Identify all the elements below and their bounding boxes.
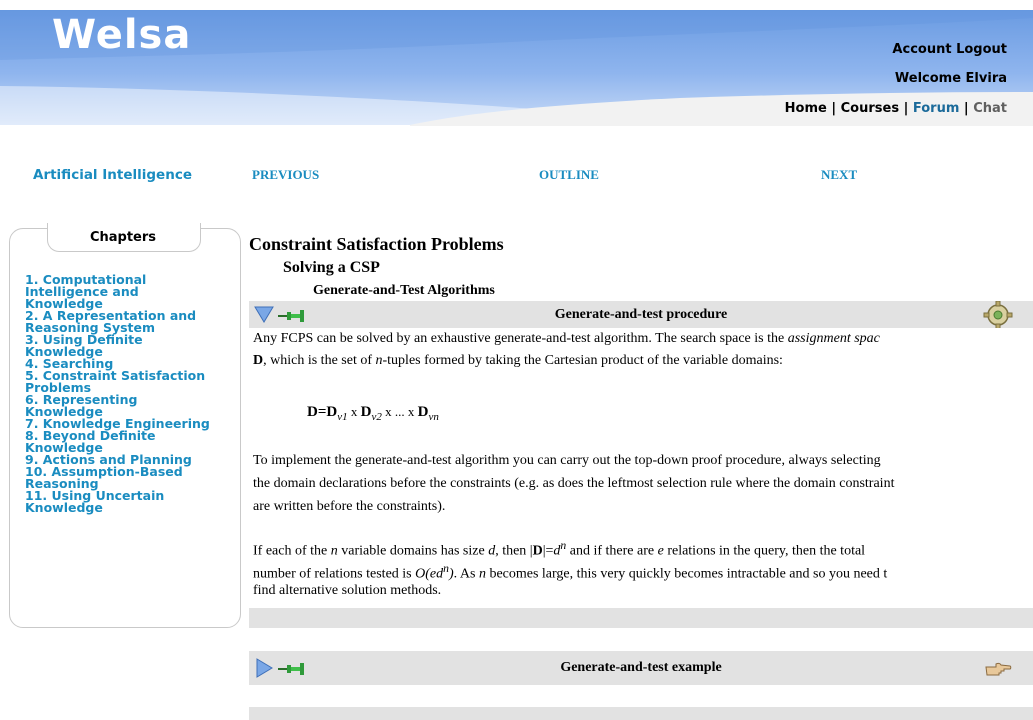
- nav-separator: |: [831, 101, 841, 116]
- text-run: and if there are: [566, 543, 658, 559]
- previous-link[interactable]: PREVIOUS: [252, 167, 319, 183]
- paragraph-line: are written before the constraints).: [253, 499, 446, 514]
- text-run-bold: D: [253, 353, 264, 368]
- text-run: -tuples formed by taking the Cartesian p…: [382, 353, 783, 368]
- chapter-item-line: Knowledge: [25, 500, 103, 515]
- text-run: variable domains has size: [337, 543, 489, 559]
- text-run: , which is the set of: [263, 353, 376, 368]
- section-title: Solving a CSP: [283, 259, 380, 276]
- chapter-item-8[interactable]: 8. Beyond Definite Knowledge: [25, 429, 235, 454]
- panel-header-procedure: Generate-and-test procedure: [249, 301, 1033, 329]
- text-run: |=: [542, 543, 554, 559]
- panel-title-example: Generate-and-test example: [560, 660, 722, 675]
- nav-home-link[interactable]: Home: [785, 101, 827, 116]
- panel-title-procedure: Generate-and-test procedure: [554, 307, 728, 322]
- gear-icon[interactable]: [983, 301, 1013, 329]
- nav-forum-link[interactable]: Forum: [913, 101, 960, 116]
- chapter-item-2[interactable]: 2. A Representation and Reasoning System: [25, 309, 235, 334]
- formula: D=Dv1 x Dv2 x ... x Dvn: [307, 404, 439, 423]
- panel-content-procedure: Any FCPS can be solved by an exhaustive …: [249, 328, 1033, 598]
- formula-part: D: [417, 404, 429, 420]
- chapter-item-5[interactable]: 5. Constraint Satisfaction Problems: [25, 369, 235, 394]
- chapters-title: Chapters: [89, 230, 157, 245]
- header-banner: Welsa Account Logout Welcome Elvira Home…: [0, 0, 1033, 140]
- formula-op: x ... x: [381, 404, 418, 419]
- panel-footer-procedure: [249, 608, 1033, 628]
- text-run-italic: assignment spac: [787, 331, 880, 346]
- panel-header-example: Generate-and-test example: [249, 651, 1033, 685]
- paragraph-line: Any FCPS can be solved by an exhaustive …: [253, 328, 1033, 350]
- formula-part: D=D: [307, 404, 338, 420]
- chapter-item-10[interactable]: 10. Assumption-Based Reasoning: [25, 465, 235, 490]
- formula-op: x: [347, 404, 361, 419]
- welsa-logo[interactable]: Welsa: [52, 12, 191, 58]
- panel-footer-example: [249, 707, 1033, 720]
- welcome-text: Welcome Elvira: [894, 71, 1007, 86]
- chapter-item-11[interactable]: 11. Using Uncertain Knowledge: [25, 489, 235, 515]
- text-run: relations in the query, then the total: [663, 543, 866, 559]
- formula-sub: v2: [371, 411, 382, 423]
- account-logout-link[interactable]: Account Logout: [892, 42, 1007, 57]
- chapter-item-6[interactable]: 6. Representing Knowledge: [25, 393, 235, 418]
- outline-link[interactable]: OUTLINE: [539, 167, 599, 183]
- nav-courses-link[interactable]: Courses: [841, 101, 899, 116]
- page-title: Constraint Satisfaction Problems: [249, 234, 504, 254]
- text-run-italic: n: [330, 543, 338, 559]
- top-nav: Home | Courses | Forum | Chat: [785, 101, 1007, 116]
- formula-sub: vn: [428, 411, 439, 423]
- text-run-bold: D: [532, 543, 543, 559]
- text-run: Any FCPS can be solved by an exhaustive …: [253, 331, 788, 346]
- paragraph-line: the domain declarations before the const…: [253, 476, 895, 491]
- chapter-list: 1. Computational Intelligence and Knowle…: [25, 273, 235, 515]
- subsection-title: Generate-and-Test Algorithms: [313, 283, 495, 298]
- chapter-item-3[interactable]: 3. Using Definite Knowledge: [25, 333, 235, 358]
- paragraph-line: find alternative solution methods.: [253, 583, 442, 598]
- nav-chat-link[interactable]: Chat: [973, 101, 1007, 116]
- text-run: , then |: [495, 543, 533, 559]
- paragraph-line: To implement the generate-and-test algor…: [253, 453, 881, 468]
- text-run: If each of the: [253, 543, 331, 559]
- formula-part: D: [360, 404, 372, 420]
- panel-content-example: [249, 685, 1033, 707]
- nav-separator: |: [903, 101, 913, 116]
- text-run-italic: n: [375, 353, 383, 368]
- next-link[interactable]: NEXT: [821, 167, 857, 183]
- nav-separator: |: [963, 101, 974, 116]
- chapter-item-1[interactable]: 1. Computational Intelligence and Knowle…: [25, 273, 235, 310]
- formula-sub: v1: [337, 411, 348, 423]
- pointing-hand-icon[interactable]: [984, 661, 1012, 679]
- paragraph-line: D, which is the set of n-tuples formed b…: [253, 350, 1033, 372]
- course-title-link[interactable]: Artificial Intelligence: [33, 167, 192, 183]
